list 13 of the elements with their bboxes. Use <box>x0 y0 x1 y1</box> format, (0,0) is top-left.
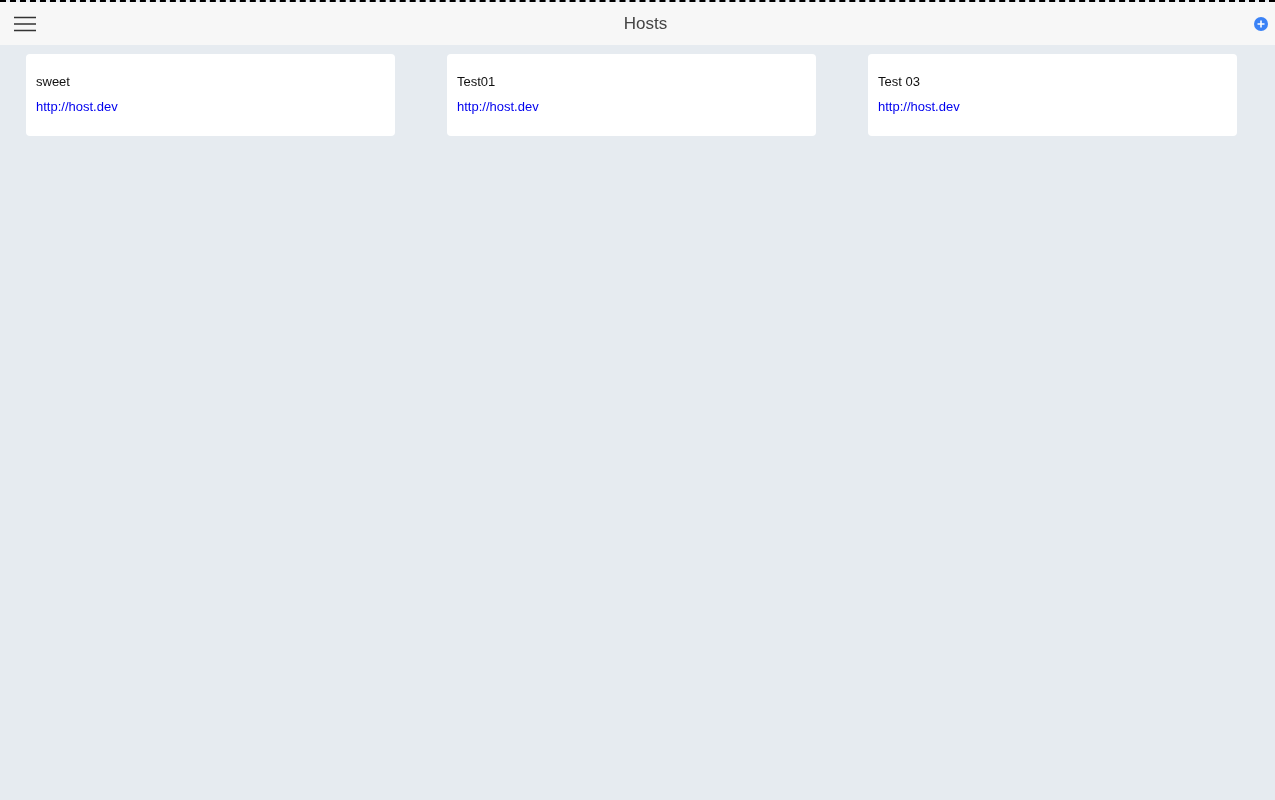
host-card[interactable]: sweet http://host.dev <box>26 54 395 136</box>
page-title: Hosts <box>623 13 668 34</box>
add-button[interactable] <box>1253 15 1269 32</box>
host-card[interactable]: Test01 http://host.dev <box>447 54 816 136</box>
host-name: sweet <box>36 74 70 89</box>
host-url-link[interactable]: http://host.dev <box>457 99 539 114</box>
host-url-link[interactable]: http://host.dev <box>36 99 118 114</box>
host-url-link[interactable]: http://host.dev <box>878 99 960 114</box>
host-name: Test01 <box>457 74 496 89</box>
plus-circle-icon <box>1253 15 1269 32</box>
host-card[interactable]: Test 03 http://host.dev <box>868 54 1237 136</box>
menu-icon <box>14 15 36 32</box>
host-name: Test 03 <box>878 74 920 89</box>
